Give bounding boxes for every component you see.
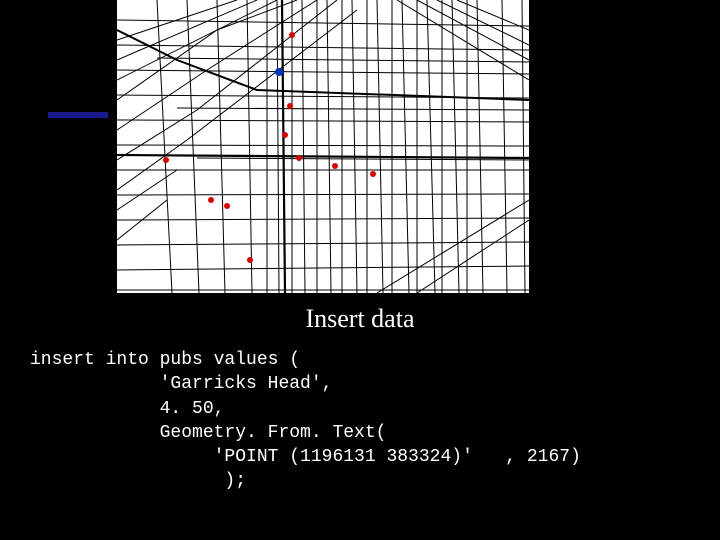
map-point (282, 132, 288, 138)
map-point (275, 68, 283, 76)
street-map (117, 0, 529, 293)
code-line: 4. 50, (30, 399, 224, 419)
code-line: Geometry. From. Text( (30, 423, 386, 443)
map-point (208, 197, 214, 203)
code-line: 'POINT (1196131 383324)' , 2167) (30, 447, 581, 467)
map-point (332, 163, 338, 169)
map-image (117, 0, 529, 293)
code-line: 'Garricks Head', (30, 374, 332, 394)
map-point (296, 155, 302, 161)
map-point (247, 257, 253, 263)
sql-code-block: insert into pubs values ( 'Garricks Head… (30, 348, 581, 494)
code-line: ); (30, 471, 246, 491)
map-point (163, 157, 169, 163)
slide-title: Insert data (0, 304, 720, 334)
map-point (289, 32, 295, 38)
code-line: insert into pubs values ( (30, 350, 300, 370)
streets (117, 0, 529, 293)
map-point (287, 103, 293, 109)
map-point (224, 203, 230, 209)
map-point (370, 171, 376, 177)
decorative-bar (48, 112, 108, 118)
